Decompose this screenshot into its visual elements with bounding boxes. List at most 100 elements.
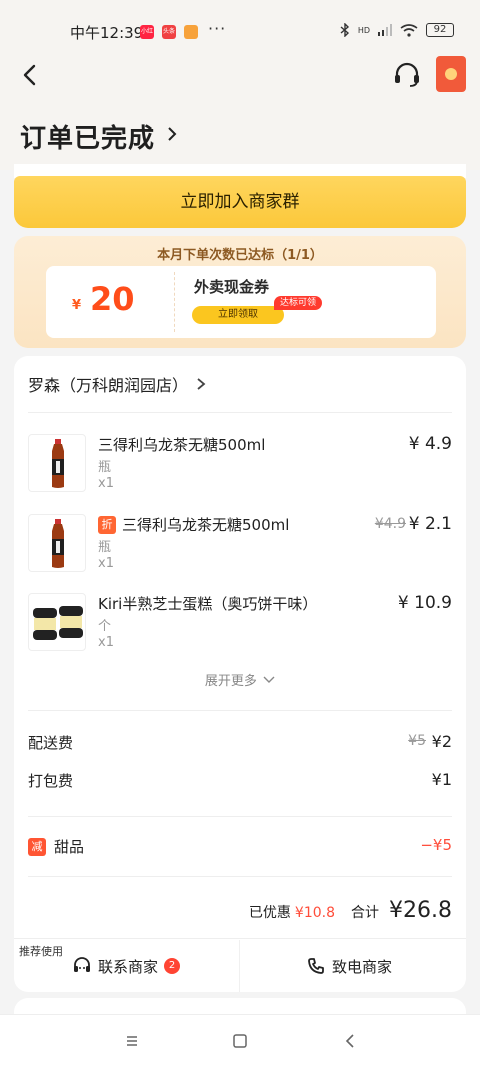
coupon-card: 本月下单次数已达标（1/1） ¥ 20 外卖现金券 立即领取 达标可领 <box>14 236 466 348</box>
menu-icon <box>127 1036 137 1046</box>
top-nav-bar <box>0 56 480 112</box>
item-price: ¥ 10.9 <box>397 593 452 613</box>
item-spec: 个 <box>98 619 112 634</box>
xiaohongshu-app-icon: 小红书 <box>140 25 154 39</box>
divider <box>14 938 466 939</box>
chevron-down-icon <box>263 676 275 683</box>
item-name: 三得利乌龙茶无糖500ml <box>98 436 266 454</box>
store-name: 罗森（万科朗润园店） <box>28 376 189 395</box>
discount-tag: 折 <box>98 516 116 534</box>
order-summary: 已优惠 ¥10.8 合计 ¥26.8 <box>249 898 452 928</box>
tea-bottle-image <box>52 519 64 568</box>
coupon-ticket[interactable]: ¥ 20 外卖现金券 立即领取 达标可领 <box>46 266 436 338</box>
item-price: ¥ 2.1 <box>408 514 452 534</box>
item-quantity: x1 <box>98 635 114 650</box>
item-quantity: x1 <box>98 556 114 571</box>
claim-coupon-button[interactable]: 立即领取 <box>192 306 284 324</box>
promo-tag: 减 <box>28 838 46 856</box>
packing-fee-label: 打包费 <box>28 772 74 790</box>
wifi-icon <box>400 23 418 37</box>
recommend-label: 推荐使用 <box>19 945 63 958</box>
bluetooth-icon <box>340 23 349 37</box>
call-merchant-label: 致电商家 <box>332 957 393 976</box>
product-thumbnail <box>28 514 86 572</box>
order-status-header[interactable]: 订单已完成 <box>0 112 480 170</box>
promo-value: −¥5 <box>420 836 452 854</box>
headset-icon <box>395 62 419 87</box>
delivery-fee-label: 配送费 <box>28 734 74 752</box>
recent-apps-button[interactable] <box>120 1029 144 1053</box>
contact-merchant-button[interactable]: 联系商家 2 <box>72 954 181 978</box>
more-notifications-icon: ··· <box>208 19 227 38</box>
back-button[interactable] <box>14 62 48 88</box>
order-item[interactable]: Kiri半熟芝士蛋糕（奥巧饼干味） 个 x1 ¥ 10.9 <box>28 593 452 659</box>
delivery-fee-value: ¥2 <box>431 732 452 751</box>
system-nav-bar <box>0 1014 480 1066</box>
divider <box>28 710 452 711</box>
item-price: ¥ 4.9 <box>408 434 452 454</box>
product-thumbnail <box>28 434 86 492</box>
battery-indicator: 92 <box>426 23 454 37</box>
chat-support-icon <box>74 957 90 972</box>
cheesecake-image <box>33 606 83 640</box>
total-value: ¥26.8 <box>389 898 452 923</box>
back-arrow-icon <box>23 64 36 86</box>
network-type: HD <box>357 25 370 35</box>
item-spec: 瓶 <box>98 540 112 555</box>
promo-label: 甜品 <box>54 838 85 856</box>
coupon-amount: 20 <box>90 280 135 318</box>
store-link[interactable]: 罗森（万科朗润园店） <box>28 372 208 396</box>
coupon-divider <box>174 272 175 332</box>
coupon-headline: 本月下单次数已达标（1/1） <box>157 248 323 263</box>
expand-more-button[interactable]: 展开更多 <box>14 670 466 689</box>
tea-bottle-image <box>52 439 64 488</box>
red-envelope-icon <box>445 68 457 80</box>
saved-value: ¥10.8 <box>294 905 336 921</box>
customer-service-button[interactable] <box>392 61 422 89</box>
action-divider <box>239 940 240 992</box>
back-triangle-icon <box>345 1034 354 1048</box>
order-item[interactable]: 三得利乌龙茶无糖500ml 瓶 x1 ¥ 4.9 <box>28 434 452 500</box>
contact-merchant-label: 联系商家 <box>98 957 159 976</box>
call-merchant-button[interactable]: 致电商家 <box>306 954 392 978</box>
home-square-icon <box>233 1034 247 1048</box>
coupon-currency: ¥ <box>72 298 82 313</box>
status-bar: 中午12:39 小红书 头条 ··· HD 92 <box>0 0 480 62</box>
item-quantity: x1 <box>98 476 114 491</box>
delivery-fee-original: ¥5 <box>408 733 426 749</box>
status-indicators: HD 92 <box>340 23 454 37</box>
phone-icon <box>308 958 324 974</box>
item-original-price: ¥4.9 <box>374 516 406 532</box>
item-spec: 瓶 <box>98 460 112 475</box>
join-merchant-group-button[interactable]: 立即加入商家群 <box>14 176 466 228</box>
product-thumbnail <box>28 593 86 651</box>
divider <box>28 816 452 817</box>
notes-app-icon <box>184 25 198 39</box>
saved-label: 已优惠 <box>248 905 291 921</box>
item-name: 三得利乌龙茶无糖500ml <box>122 516 290 534</box>
item-name: Kiri半熟芝士蛋糕（奥巧饼干味） <box>98 595 318 613</box>
divider <box>28 876 452 877</box>
merchant-action-bar: 推荐使用 联系商家 2 致电商家 <box>14 940 466 992</box>
coupon-name: 外卖现金券 <box>194 278 270 296</box>
packing-fee-value: ¥1 <box>431 770 452 789</box>
promo-row: 减 甜品 −¥5 <box>28 836 452 860</box>
divider <box>28 412 452 413</box>
red-envelope-button[interactable] <box>436 56 466 92</box>
total-label: 合计 <box>351 905 380 921</box>
toutiao-app-icon: 头条 <box>162 25 176 39</box>
status-time: 中午12:39 <box>70 24 144 42</box>
expand-more-label: 展开更多 <box>204 674 257 689</box>
page-title: 订单已完成 <box>20 124 156 154</box>
order-card: 罗森（万科朗润园店） 三得利乌龙茶无糖500ml 瓶 x1 ¥ 4.9 折 三得… <box>14 356 466 992</box>
packing-fee-row: 打包费 ¥1 <box>28 770 452 794</box>
unread-badge: 2 <box>164 958 181 974</box>
signal-icon <box>378 24 392 36</box>
system-back-button[interactable] <box>338 1029 362 1053</box>
delivery-fee-row: 配送费 ¥5 ¥2 <box>28 732 452 756</box>
chevron-right-icon <box>197 378 206 390</box>
order-item[interactable]: 折 三得利乌龙茶无糖500ml 瓶 x1 ¥4.9 ¥ 2.1 <box>28 514 452 580</box>
coupon-badge: 达标可领 <box>274 296 323 310</box>
home-button[interactable] <box>228 1029 252 1053</box>
chevron-right-icon <box>168 127 177 141</box>
